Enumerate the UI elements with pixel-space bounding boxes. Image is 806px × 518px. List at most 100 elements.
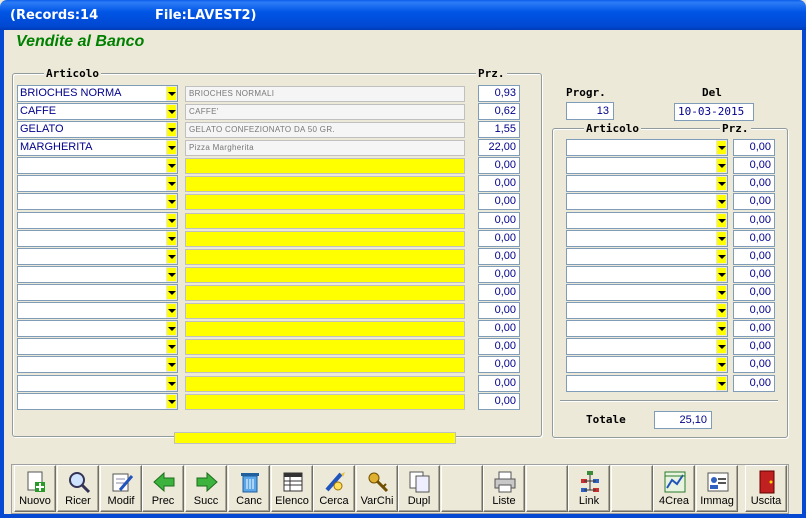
article-dropdown-button[interactable] [166, 302, 178, 319]
right-article-dropdown-button[interactable] [716, 248, 728, 265]
article-price-field[interactable]: 0,00 [478, 338, 520, 355]
article-dropdown-button[interactable] [166, 103, 178, 120]
right-article-dropdown-button[interactable] [716, 375, 728, 392]
right-article-combo[interactable] [566, 193, 718, 210]
article-dropdown-button[interactable] [166, 320, 178, 337]
article-price-field[interactable]: 0,00 [478, 175, 520, 192]
canc-button[interactable]: Canc [228, 465, 270, 512]
immag-button[interactable]: Immag [696, 465, 738, 512]
article-price-field[interactable]: 0,00 [478, 248, 520, 265]
article-description-field[interactable] [185, 194, 465, 210]
article-code-combo[interactable]: GELATO [17, 121, 170, 138]
article-price-field[interactable]: 0,93 [478, 85, 520, 102]
article-dropdown-button[interactable] [166, 284, 178, 301]
toolbar-blank-button[interactable] [611, 465, 653, 512]
prec-button[interactable]: Prec [142, 465, 184, 512]
article-price-field[interactable]: 0,00 [478, 284, 520, 301]
right-article-combo[interactable] [566, 338, 718, 355]
elenco-button[interactable]: Elenco [271, 465, 313, 512]
article-dropdown-button[interactable] [166, 248, 178, 265]
date-field[interactable]: 10-03-2015 [674, 103, 754, 121]
right-article-combo[interactable] [566, 302, 718, 319]
right-article-dropdown-button[interactable] [716, 284, 728, 301]
right-article-combo[interactable] [566, 230, 718, 247]
right-article-price-field[interactable]: 0,00 [733, 284, 775, 301]
article-price-field[interactable]: 22,00 [478, 139, 520, 156]
article-code-combo[interactable] [17, 302, 170, 319]
right-article-combo[interactable] [566, 356, 718, 373]
article-price-field[interactable]: 0,00 [478, 157, 520, 174]
right-article-dropdown-button[interactable] [716, 356, 728, 373]
right-article-combo[interactable] [566, 212, 718, 229]
article-price-field[interactable]: 0,00 [478, 266, 520, 283]
article-dropdown-button[interactable] [166, 193, 178, 210]
article-code-combo[interactable]: BRIOCHES NORMA [17, 85, 170, 102]
article-price-field[interactable]: 0,62 [478, 103, 520, 120]
article-code-combo[interactable]: CAFFE [17, 103, 170, 120]
article-price-field[interactable]: 0,00 [478, 393, 520, 410]
right-article-price-field[interactable]: 0,00 [733, 139, 775, 156]
article-code-combo[interactable] [17, 230, 170, 247]
right-article-dropdown-button[interactable] [716, 320, 728, 337]
article-code-combo[interactable] [17, 338, 170, 355]
bottom-yellow-field[interactable] [174, 432, 456, 444]
article-price-field[interactable]: 0,00 [478, 230, 520, 247]
right-article-combo[interactable] [566, 139, 718, 156]
right-article-price-field[interactable]: 0,00 [733, 320, 775, 337]
toolbar-blank-button[interactable] [526, 465, 568, 512]
article-dropdown-button[interactable] [166, 375, 178, 392]
article-description-field[interactable]: GELATO CONFEZIONATO DA 50 GR. [185, 122, 465, 138]
article-code-combo[interactable]: MARGHERITA [17, 139, 170, 156]
right-article-dropdown-button[interactable] [716, 157, 728, 174]
article-dropdown-button[interactable] [166, 338, 178, 355]
right-article-price-field[interactable]: 0,00 [733, 193, 775, 210]
article-code-combo[interactable] [17, 375, 170, 392]
right-article-dropdown-button[interactable] [716, 175, 728, 192]
article-description-field[interactable] [185, 339, 465, 355]
modif-button[interactable]: Modif [100, 465, 142, 512]
right-article-dropdown-button[interactable] [716, 230, 728, 247]
article-description-field[interactable] [185, 213, 465, 229]
article-code-combo[interactable] [17, 284, 170, 301]
right-article-dropdown-button[interactable] [716, 212, 728, 229]
article-dropdown-button[interactable] [166, 85, 178, 102]
article-description-field[interactable] [185, 376, 465, 392]
totale-field[interactable]: 25,10 [654, 411, 712, 429]
article-description-field[interactable] [185, 231, 465, 247]
ricer-button[interactable]: Ricer [57, 465, 99, 512]
right-article-price-field[interactable]: 0,00 [733, 175, 775, 192]
article-description-field[interactable] [185, 285, 465, 301]
article-code-combo[interactable] [17, 175, 170, 192]
article-code-combo[interactable] [17, 356, 170, 373]
link-button[interactable]: Link [568, 465, 610, 512]
article-description-field[interactable] [185, 394, 465, 410]
succ-button[interactable]: Succ [185, 465, 227, 512]
article-code-combo[interactable] [17, 193, 170, 210]
toolbar-blank-button[interactable] [441, 465, 483, 512]
right-article-combo[interactable] [566, 375, 718, 392]
progr-field[interactable]: 13 [566, 102, 614, 120]
right-article-price-field[interactable]: 0,00 [733, 212, 775, 229]
right-article-price-field[interactable]: 0,00 [733, 248, 775, 265]
article-dropdown-button[interactable] [166, 157, 178, 174]
right-article-price-field[interactable]: 0,00 [733, 356, 775, 373]
uscita-button[interactable]: Uscita [745, 465, 787, 512]
article-description-field[interactable]: Pizza Margherita [185, 140, 465, 156]
article-price-field[interactable]: 0,00 [478, 212, 520, 229]
right-article-combo[interactable] [566, 320, 718, 337]
article-description-field[interactable] [185, 267, 465, 283]
article-description-field[interactable]: CAFFE' [185, 104, 465, 120]
article-description-field[interactable] [185, 158, 465, 174]
article-price-field[interactable]: 0,00 [478, 320, 520, 337]
right-article-price-field[interactable]: 0,00 [733, 266, 775, 283]
article-code-combo[interactable] [17, 266, 170, 283]
article-code-combo[interactable] [17, 157, 170, 174]
right-article-dropdown-button[interactable] [716, 338, 728, 355]
nuovo-button[interactable]: Nuovo [14, 465, 56, 512]
cerca-button[interactable]: Cerca [313, 465, 355, 512]
varchi-button[interactable]: VarChi [356, 465, 398, 512]
article-description-field[interactable] [185, 303, 465, 319]
article-price-field[interactable]: 0,00 [478, 356, 520, 373]
right-article-combo[interactable] [566, 248, 718, 265]
article-description-field[interactable] [185, 176, 465, 192]
